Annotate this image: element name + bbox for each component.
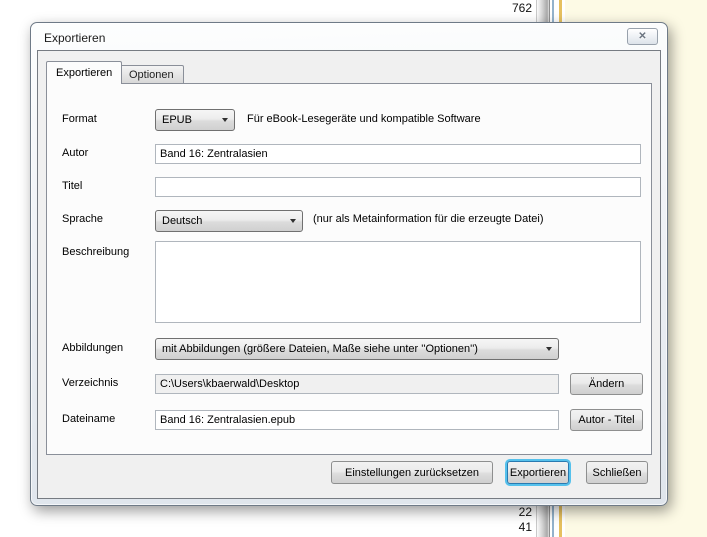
export-button[interactable]: Exportieren: [507, 461, 569, 484]
export-dialog: Exportieren ✕ Exportieren Optionen Forma…: [30, 22, 668, 506]
abbildungen-label: Abbildungen: [62, 342, 124, 354]
chevron-down-icon: [290, 219, 296, 223]
tab-page-exportieren: Format EPUB Für eBook-Lesegeräte und kom…: [46, 83, 652, 455]
chevron-down-icon: [222, 118, 228, 122]
format-hint: Für eBook-Lesegeräte und kompatible Soft…: [247, 113, 481, 125]
abbildungen-dropdown[interactable]: mit Abbildungen (größere Dateien, Maße s…: [155, 338, 559, 360]
verzeichnis-label: Verzeichnis: [62, 377, 119, 389]
abbildungen-value: mit Abbildungen (größere Dateien, Maße s…: [162, 343, 478, 355]
aendern-button[interactable]: Ändern: [570, 373, 643, 395]
beschreibung-label: Beschreibung: [62, 246, 130, 258]
background-number: 22: [518, 505, 532, 519]
autor-label: Autor: [62, 147, 89, 159]
dialog-title: Exportieren: [44, 31, 106, 45]
background-number: 41: [518, 520, 532, 534]
dialog-client-area: Exportieren Optionen Format EPUB Für eBo…: [37, 50, 661, 499]
close-button[interactable]: ✕: [627, 28, 658, 45]
titel-input[interactable]: [155, 177, 641, 197]
chevron-down-icon: [546, 347, 552, 351]
tab-label: Exportieren: [56, 67, 113, 79]
format-label: Format: [62, 113, 97, 125]
background-number: 762: [511, 1, 532, 15]
sprache-dropdown[interactable]: Deutsch: [155, 210, 303, 232]
reset-settings-button[interactable]: Einstellungen zurücksetzen: [331, 461, 493, 484]
close-icon: ✕: [638, 31, 647, 42]
format-dropdown[interactable]: EPUB: [155, 109, 235, 131]
tab-optionen[interactable]: Optionen: [119, 65, 184, 84]
dateiname-input[interactable]: [155, 410, 559, 430]
sprache-value: Deutsch: [162, 215, 203, 227]
tab-label: Optionen: [129, 68, 174, 81]
sprache-label: Sprache: [62, 213, 103, 225]
dateiname-label: Dateiname: [62, 413, 116, 425]
titel-label: Titel: [62, 180, 83, 192]
beschreibung-textarea[interactable]: [155, 241, 641, 323]
autor-titel-button[interactable]: Autor - Titel: [570, 409, 643, 431]
autor-input[interactable]: [155, 144, 641, 164]
sprache-hint: (nur als Metainformation für die erzeugt…: [313, 213, 544, 225]
tab-exportieren[interactable]: Exportieren: [46, 61, 123, 84]
format-value: EPUB: [162, 114, 192, 126]
schliessen-button[interactable]: Schließen: [586, 461, 648, 484]
verzeichnis-field: [155, 374, 559, 394]
